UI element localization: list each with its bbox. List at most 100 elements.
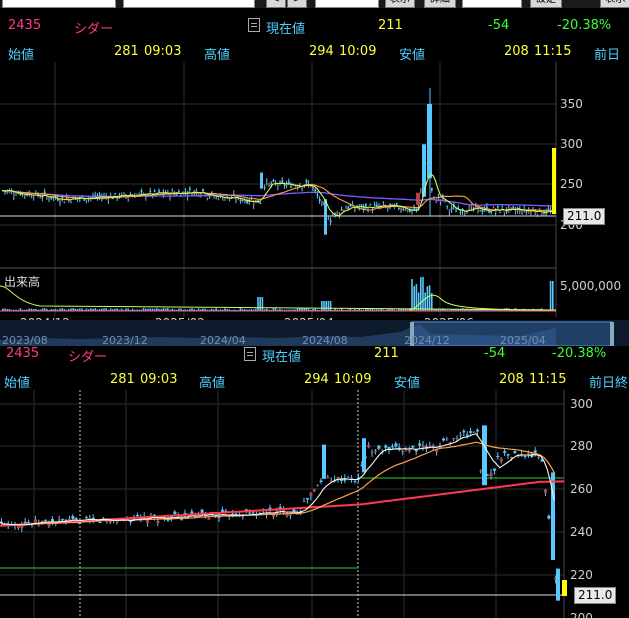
volume-bar [411, 279, 413, 311]
bottom-last-candle [562, 580, 567, 596]
bottom-candle [91, 517, 95, 520]
bottom-candle [435, 449, 439, 453]
top-candle [114, 193, 116, 195]
bottom-candle [408, 449, 411, 452]
top-candle [512, 206, 515, 208]
top-y-tick-250: 250 [560, 177, 583, 191]
top-candle [466, 212, 468, 214]
toolbar: < > 表示 詳細 設定 表示 [0, 0, 629, 8]
document-icon[interactable] [248, 18, 260, 32]
top-candle [217, 199, 220, 201]
top-dip-candle [324, 199, 327, 235]
top-candle [492, 207, 495, 209]
top-candle [213, 196, 215, 198]
bottom-candle [20, 525, 24, 529]
open-time-2: 09:03 [140, 372, 178, 387]
top-candle [398, 208, 400, 210]
top-candle [222, 199, 224, 201]
stock-code-field[interactable] [123, 0, 255, 8]
top-candle [178, 191, 180, 193]
top-candle [499, 211, 501, 213]
price-change: -54 [488, 18, 510, 33]
top-candle [266, 181, 268, 183]
bottom-candle [27, 521, 31, 523]
top-candle [510, 207, 512, 209]
low-label-2: 安値 [394, 376, 421, 391]
bottom-candle [61, 519, 65, 521]
low-price: 208 [504, 44, 529, 59]
open-price-2: 281 [110, 372, 135, 387]
top-spike-candle [427, 103, 432, 179]
top-price-chart[interactable]: 出来高 5,000,000 350 300 250 200 2024/12 20… [0, 62, 629, 346]
bottom-candle [156, 520, 160, 524]
bottom-candle [44, 519, 48, 521]
top-candle [369, 204, 372, 206]
volume-bar [323, 301, 325, 311]
top-candle [48, 198, 50, 200]
top-candle [268, 183, 270, 186]
detail-button[interactable]: 詳細 [424, 0, 456, 8]
period-select[interactable] [462, 0, 522, 8]
stock-name: シダー [74, 22, 114, 37]
next-button[interactable]: > [287, 0, 307, 8]
top-candle [464, 212, 466, 214]
top-candle [283, 184, 286, 186]
top-candle [448, 209, 451, 213]
market-select[interactable] [315, 0, 379, 8]
view-button[interactable]: 表示 [600, 0, 629, 8]
top-candle [402, 208, 405, 210]
bottom-candle [319, 480, 323, 483]
low-time-2: 11:15 [529, 372, 567, 387]
volume-bar [422, 276, 424, 311]
bottom-candle [285, 514, 289, 517]
display-button[interactable]: 表示 [385, 0, 415, 8]
bottom-candle [51, 519, 54, 522]
bottom-candle [523, 455, 527, 457]
bottom-candle [374, 450, 377, 452]
top-candle [281, 180, 284, 183]
top-candle [140, 190, 143, 193]
document-icon-2[interactable] [244, 347, 256, 361]
current-label-2: 現在値 [262, 350, 302, 365]
price-change-pct-2: -20.38% [552, 346, 607, 361]
low-price-2: 208 [499, 372, 524, 387]
top-candle [488, 211, 490, 213]
settings-button[interactable]: 設定 [530, 0, 562, 8]
bottom-candle [316, 484, 320, 486]
bottom-grid [0, 390, 564, 618]
top-candle [332, 215, 334, 217]
stock-name-field[interactable] [2, 0, 116, 8]
top-candle [503, 211, 506, 214]
top-candle [314, 189, 317, 192]
volume-label: 出来高 [4, 274, 40, 289]
bottom-candle [479, 470, 483, 472]
top-candle [312, 186, 314, 188]
bottom-candle [302, 501, 306, 503]
bottom-candle [312, 489, 316, 492]
top-candle [167, 190, 169, 192]
volume-bar [321, 301, 323, 311]
bottom-candle [527, 453, 530, 455]
top-candle [376, 204, 378, 206]
bottom-candle [74, 518, 78, 520]
prev-button[interactable]: < [266, 0, 286, 8]
open-label-2: 始値 [4, 376, 31, 391]
bottom-candle [544, 489, 547, 493]
bottom-candle [367, 445, 371, 448]
top-candle [224, 198, 226, 200]
top-candle [259, 202, 262, 204]
bottom-price-chart[interactable]: 300 280 260 240 220 200 [0, 390, 629, 618]
navigator-right-handle[interactable] [610, 322, 614, 346]
top-candle [246, 200, 248, 204]
top-candle [534, 212, 537, 215]
top-candle [321, 201, 323, 204]
volume-bar [259, 297, 261, 311]
price-change-pct: -20.38% [557, 18, 612, 33]
top-candle [547, 208, 550, 211]
open-label: 始値 [8, 48, 35, 63]
bottom-candle [289, 514, 292, 516]
top-candle [475, 206, 477, 208]
bottom-candle [309, 493, 313, 497]
open-time: 09:03 [144, 44, 182, 59]
bottom-candle [248, 512, 252, 514]
